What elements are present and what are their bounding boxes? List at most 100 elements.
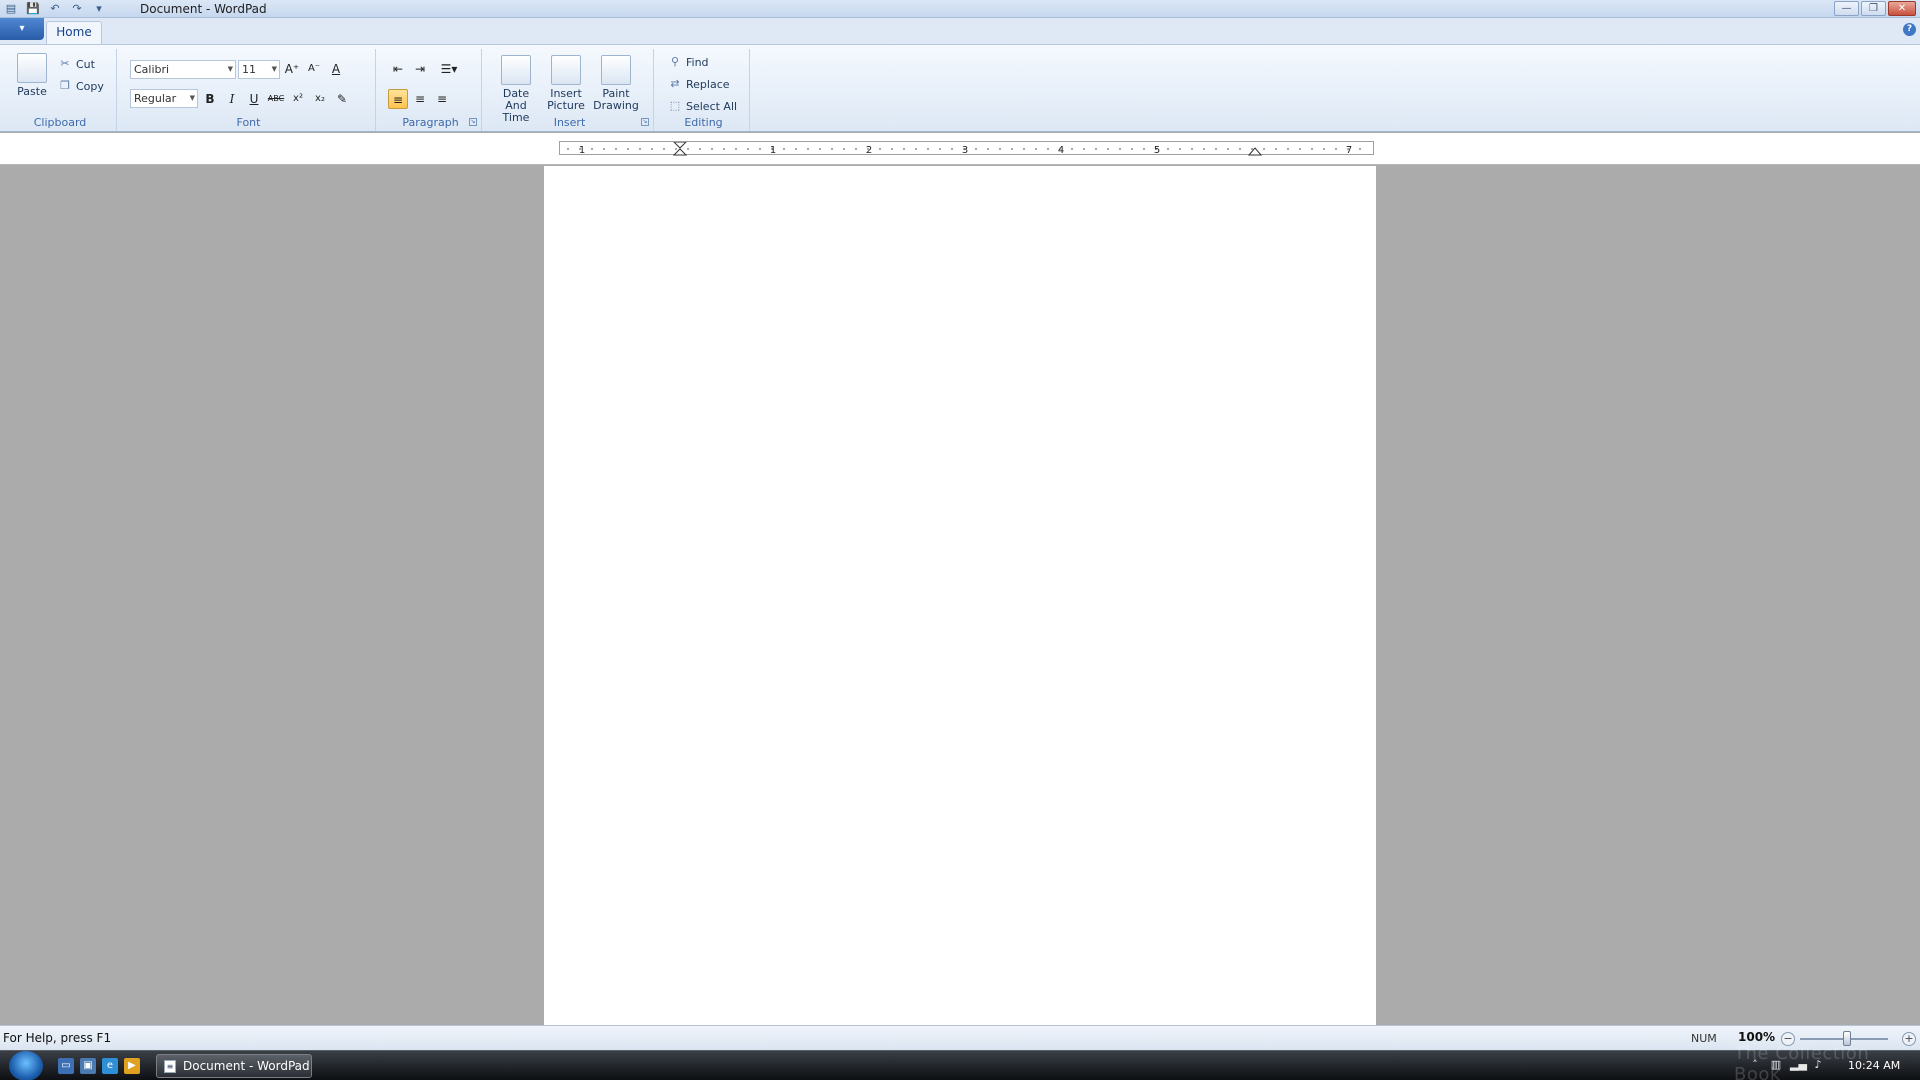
clipboard-group: Paste ✂ Cut ❐ Copy Clipboard bbox=[4, 49, 117, 131]
ruler-number: 3 bbox=[962, 145, 968, 156]
start-button[interactable] bbox=[9, 1051, 43, 1080]
taskbar-button-wordpad[interactable]: ≡ Document - WordPad bbox=[156, 1054, 312, 1078]
replace-button[interactable]: ⇄ Replace bbox=[668, 75, 730, 93]
picture-icon bbox=[551, 55, 581, 85]
find-button[interactable]: ⚲ Find bbox=[668, 53, 709, 71]
grow-font-icon[interactable]: A⁺ bbox=[282, 59, 302, 79]
taskbar: ▭ ▣ e ▶ ≡ Document - WordPad ˄ ▥ ▂▄ ♪ 10… bbox=[0, 1050, 1920, 1080]
font-style-value: Regular bbox=[134, 92, 177, 105]
underline-button[interactable]: U bbox=[244, 89, 264, 109]
italic-button[interactable]: I bbox=[222, 89, 242, 109]
decrease-indent-icon[interactable]: ⇤ bbox=[388, 59, 408, 79]
ruler-ticks: 1 1 2 3 4 5 7 bbox=[567, 141, 1361, 156]
status-help-text: For Help, press F1 bbox=[3, 1031, 112, 1045]
ruler-number: 7 bbox=[1346, 145, 1352, 156]
group-label-insert: Insert bbox=[553, 116, 586, 129]
right-indent-marker[interactable] bbox=[1247, 147, 1263, 156]
num-lock-indicator: NUM bbox=[1691, 1032, 1717, 1045]
font-family-combo[interactable]: Calibri ▼ bbox=[130, 60, 236, 79]
font-size-value: 11 bbox=[242, 63, 256, 76]
paint-drawing-label-2: Drawing bbox=[593, 99, 639, 112]
insert-dialog-launcher-icon[interactable]: ↘ bbox=[641, 118, 649, 126]
replace-icon: ⇄ bbox=[670, 77, 680, 90]
group-label-clipboard: Clipboard bbox=[33, 116, 87, 129]
save-icon[interactable]: 💾 bbox=[26, 2, 40, 16]
customize-qat-icon[interactable]: ▾ bbox=[92, 2, 106, 16]
paste-icon bbox=[17, 53, 47, 83]
scissors-icon: ✂ bbox=[60, 57, 70, 70]
copy-label: Copy bbox=[76, 79, 104, 93]
redo-icon[interactable]: ↷ bbox=[70, 2, 84, 16]
chevron-down-icon: ▼ bbox=[189, 94, 195, 102]
insert-picture-label-2: Picture bbox=[547, 99, 585, 112]
ribbon-tab-strip: ▾ Home ? bbox=[0, 18, 1920, 44]
minimize-button[interactable]: — bbox=[1834, 1, 1859, 16]
ribbon: Paste ✂ Cut ❐ Copy Clipboard Calibri ▼ 1… bbox=[0, 44, 1920, 132]
shrink-font-icon[interactable]: A⁻ bbox=[304, 59, 324, 79]
font-style-combo[interactable]: Regular ▼ bbox=[130, 89, 198, 108]
internet-explorer-icon[interactable]: e bbox=[102, 1058, 118, 1074]
increase-indent-icon[interactable]: ⇥ bbox=[410, 59, 430, 79]
font-family-value: Calibri bbox=[134, 63, 170, 76]
align-left-icon[interactable]: ≡ bbox=[388, 89, 408, 109]
bullet-list-icon[interactable]: ☰▾ bbox=[434, 59, 464, 79]
window-title: Document - WordPad bbox=[140, 2, 267, 16]
paragraph-group: ⇤ ⇥ ☰▾ ≡ ≡ ≡ Paragraph ↘ bbox=[380, 49, 482, 131]
window-controls: — ❐ ✕ bbox=[1834, 1, 1916, 16]
document-area bbox=[0, 166, 1920, 1025]
replace-label: Replace bbox=[686, 77, 730, 91]
paste-label: Paste bbox=[17, 85, 47, 98]
ruler-number: 2 bbox=[866, 145, 872, 156]
paint-drawing-button[interactable]: Paint Drawing bbox=[592, 55, 640, 112]
highlight-color-icon[interactable]: ✎ bbox=[332, 89, 352, 109]
font-size-combo[interactable]: 11 ▼ bbox=[238, 60, 280, 79]
strikethrough-button[interactable]: ABC bbox=[266, 89, 286, 109]
ruler-number: 4 bbox=[1058, 145, 1064, 156]
binoculars-icon: ⚲ bbox=[670, 55, 680, 68]
select-all-label: Select All bbox=[686, 99, 738, 113]
wordpad-icon: ≡ bbox=[164, 1060, 176, 1073]
find-label: Find bbox=[686, 55, 709, 69]
superscript-button[interactable]: x² bbox=[288, 89, 308, 109]
bold-button[interactable]: B bbox=[200, 89, 220, 109]
undo-icon[interactable]: ↶ bbox=[48, 2, 62, 16]
select-all-button[interactable]: ⬚ Select All bbox=[668, 97, 737, 115]
cut-button[interactable]: ✂ Cut bbox=[58, 55, 95, 73]
zoom-level[interactable]: 100% bbox=[1738, 1030, 1775, 1044]
show-desktop-icon[interactable]: ▭ bbox=[58, 1058, 74, 1074]
quick-launch: ▭ ▣ e ▶ bbox=[58, 1058, 140, 1074]
taskbar-button-label: Document - WordPad bbox=[183, 1059, 310, 1073]
ruler-number: 1 bbox=[770, 145, 776, 156]
date-time-button[interactable]: Date And Time bbox=[492, 55, 540, 124]
ruler-number: 1 bbox=[579, 145, 585, 156]
text-color-icon[interactable]: A bbox=[326, 59, 346, 79]
wordpad-icon[interactable]: ▤ bbox=[4, 2, 18, 16]
font-group: Calibri ▼ 11 ▼ A⁺ A⁻ A Regular ▼ B I U A… bbox=[122, 49, 376, 131]
ruler-bar: 1 1 2 3 4 5 7 bbox=[0, 133, 1920, 165]
subscript-button[interactable]: x₂ bbox=[310, 89, 330, 109]
document-page[interactable] bbox=[544, 166, 1376, 1025]
status-bar: For Help, press F1 NUM 100% − + bbox=[0, 1025, 1920, 1050]
align-right-icon[interactable]: ≡ bbox=[432, 89, 452, 109]
application-menu-button[interactable]: ▾ bbox=[0, 18, 44, 40]
help-icon[interactable]: ? bbox=[1903, 23, 1916, 36]
copy-button[interactable]: ❐ Copy bbox=[58, 77, 104, 95]
media-player-icon[interactable]: ▶ bbox=[124, 1058, 140, 1074]
paste-button[interactable]: Paste bbox=[14, 53, 50, 98]
select-all-icon: ⬚ bbox=[669, 99, 681, 112]
group-label-editing: Editing bbox=[684, 116, 723, 129]
close-button[interactable]: ✕ bbox=[1888, 1, 1916, 16]
insert-picture-button[interactable]: Insert Picture bbox=[542, 55, 590, 112]
group-label-font: Font bbox=[236, 116, 261, 129]
restore-button[interactable]: ❐ bbox=[1861, 1, 1886, 16]
tab-home[interactable]: Home bbox=[46, 21, 102, 44]
title-bar: ▤ 💾 ↶ ↷ ▾ Document - WordPad — ❐ ✕ bbox=[0, 0, 1920, 18]
paragraph-dialog-launcher-icon[interactable]: ↘ bbox=[469, 118, 477, 126]
insert-group: Date And Time Insert Picture Paint Drawi… bbox=[486, 49, 654, 131]
align-center-icon[interactable]: ≡ bbox=[410, 89, 430, 109]
chevron-down-icon: ▼ bbox=[227, 65, 233, 73]
quick-access-toolbar: ▤ 💾 ↶ ↷ ▾ bbox=[4, 1, 106, 17]
switch-windows-icon[interactable]: ▣ bbox=[80, 1058, 96, 1074]
paint-icon bbox=[601, 55, 631, 85]
horizontal-ruler[interactable]: 1 1 2 3 4 5 7 bbox=[559, 141, 1374, 156]
